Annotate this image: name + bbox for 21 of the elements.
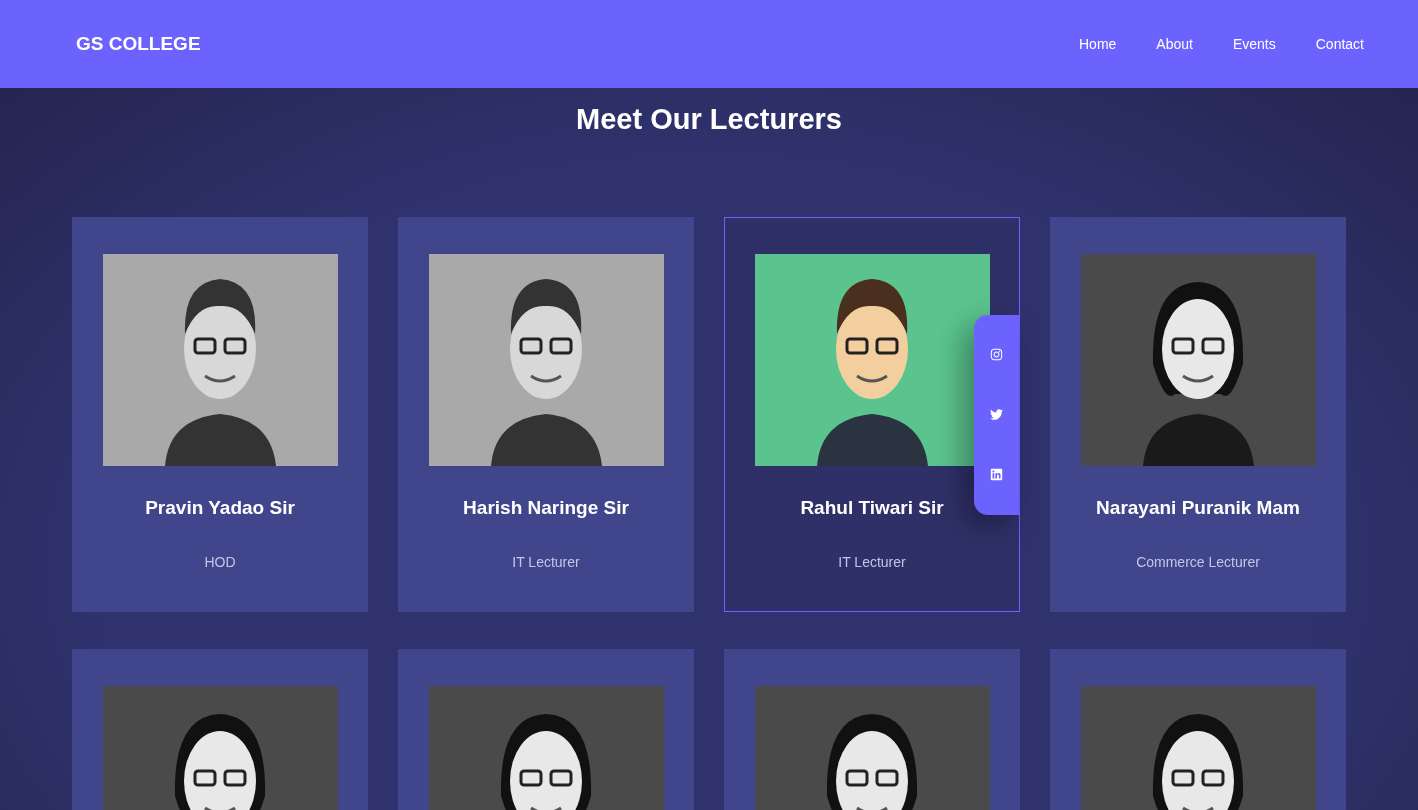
- lecturer-name: Rahul Tiwari Sir: [800, 495, 944, 520]
- lecturer-card[interactable]: Narayani Puranik Mam Commerce Lecturer: [1050, 216, 1346, 612]
- nav-link[interactable]: Contact: [1315, 33, 1364, 55]
- lecturer-name: Pravin Yadao Sir: [145, 495, 295, 520]
- nav-link[interactable]: Home: [1079, 33, 1117, 55]
- lecturer-name: Narayani Puranik Mam: [1096, 495, 1300, 520]
- lecturer-role: IT Lecturer: [512, 553, 580, 572]
- lecturer-name: Harish Naringe Sir: [463, 495, 629, 520]
- lecturer-role: HOD: [204, 553, 236, 572]
- lecturer-role: Commerce Lecturer: [1136, 553, 1260, 572]
- brand-logo[interactable]: GS COLLEGE: [76, 29, 201, 59]
- lecturer-card[interactable]: Harish Naringe Sir IT Lecturer: [398, 216, 694, 612]
- nav-link[interactable]: Events: [1232, 33, 1276, 55]
- nav-link[interactable]: About: [1156, 33, 1193, 55]
- section-heading: Meet Our Lecturers: [575, 102, 843, 137]
- instagram-icon[interactable]: [990, 348, 1003, 361]
- lecturer-role: IT Lecturer: [838, 553, 906, 572]
- lecturer-card[interactable]: Pravin Yadao Sir HOD: [72, 216, 368, 612]
- twitter-icon[interactable]: [990, 408, 1003, 421]
- lecturer-card[interactable]: Rahul Tiwari Sir IT Lecturer: [724, 216, 1020, 612]
- linkedin-icon[interactable]: [990, 468, 1003, 481]
